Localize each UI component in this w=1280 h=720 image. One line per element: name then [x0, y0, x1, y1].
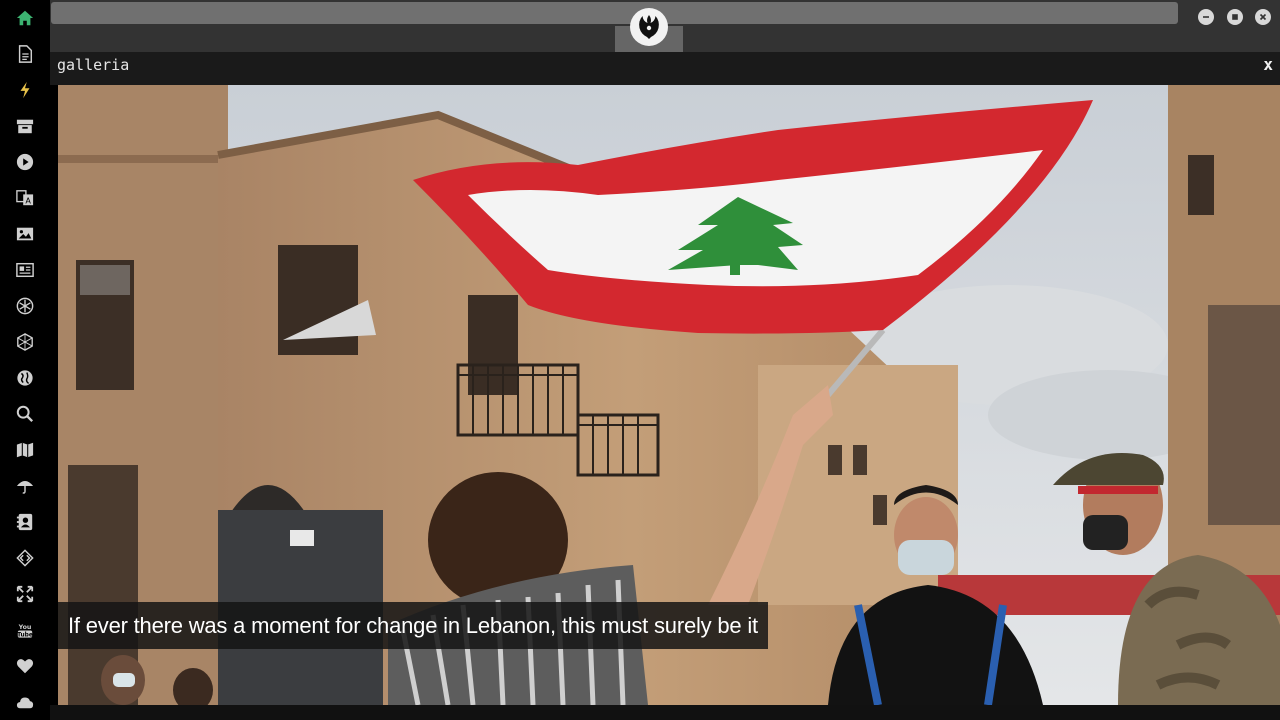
news-icon[interactable] — [15, 260, 35, 280]
network-icon[interactable] — [15, 332, 35, 352]
bottom-strip — [50, 705, 1280, 720]
search-icon[interactable] — [15, 404, 35, 424]
panel-title: galleria — [57, 56, 130, 74]
heart-icon[interactable] — [15, 656, 35, 676]
map-icon[interactable] — [15, 440, 35, 460]
top-bar — [50, 0, 1280, 52]
home-icon[interactable] — [15, 8, 35, 28]
svg-text:You: You — [18, 624, 32, 631]
address-bar[interactable] — [51, 2, 1178, 24]
gallery-caption: If ever there was a moment for change in… — [58, 602, 768, 649]
cloud-icon[interactable] — [15, 692, 35, 712]
code-icon[interactable] — [15, 548, 35, 568]
rebel-alliance-icon[interactable] — [630, 8, 668, 46]
close-window-button[interactable] — [1255, 9, 1271, 25]
document-icon[interactable] — [15, 44, 35, 64]
svg-text:A: A — [25, 195, 31, 205]
youtube-icon[interactable]: You Tube — [15, 620, 35, 640]
bolt-icon[interactable] — [15, 80, 35, 100]
play-icon[interactable] — [15, 152, 35, 172]
image-icon[interactable] — [15, 224, 35, 244]
maximize-button[interactable] — [1227, 9, 1243, 25]
expand-icon[interactable] — [15, 584, 35, 604]
archive-icon[interactable] — [15, 116, 35, 136]
contact-icon[interactable] — [15, 512, 35, 532]
sidebar: A You Tube — [0, 0, 50, 720]
panel-close-button[interactable]: x — [1263, 55, 1273, 74]
svg-text:Tube: Tube — [17, 632, 33, 638]
translate-icon[interactable]: A — [15, 188, 35, 208]
snowflake-icon[interactable] — [15, 296, 35, 316]
minimize-button[interactable] — [1198, 9, 1214, 25]
umbrella-icon[interactable] — [15, 476, 35, 496]
globe-icon[interactable] — [15, 368, 35, 388]
panel-header: galleria x — [50, 52, 1280, 85]
